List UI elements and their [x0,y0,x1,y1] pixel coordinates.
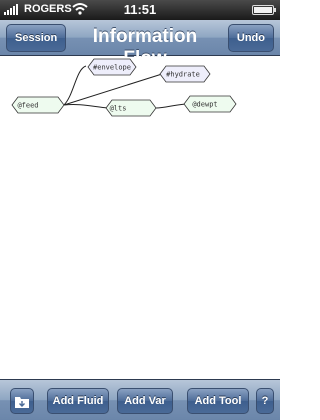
edge-lts-dewpt [155,103,187,109]
node-label-lts: @lts [110,105,127,113]
add-fluid-button[interactable]: Add Fluid [47,388,109,414]
bottom-toolbar: Add Fluid Add Var Add Tool ? [0,379,280,420]
navigation-bar: Session Information Flow Undo [0,20,280,69]
node-label-feed: @feed [17,102,38,110]
node-label-envelope: #envelope [93,64,131,72]
clock: 11:51 [123,2,157,17]
folder-icon [15,397,29,408]
status-bar: ROGERS 11:51 [0,0,280,20]
node-feed[interactable]: @feed [11,96,65,114]
help-button[interactable]: ? [256,388,274,414]
node-label-dewpt: @dewpt [192,101,217,109]
node-hydrate[interactable]: #hydrate [159,65,211,83]
undo-button[interactable]: Undo [227,24,274,52]
node-envelope[interactable]: #envelope [87,58,137,76]
node-dewpt[interactable]: @dewpt [183,95,237,113]
flow-canvas[interactable]: #envelope #hydrate @feed @lts @dewpt [0,57,280,379]
open-session-button[interactable] [10,388,34,414]
add-tool-button[interactable]: Add Tool [187,388,249,414]
battery-icon [252,5,276,15]
node-lts[interactable]: @lts [105,99,157,117]
node-label-hydrate: #hydrate [166,71,200,79]
add-var-button[interactable]: Add Var [117,388,173,414]
session-button[interactable]: Session [6,24,67,52]
flow-graph[interactable]: #envelope #hydrate @feed @lts @dewpt [0,57,280,379]
edge-feed-lts [63,103,109,109]
